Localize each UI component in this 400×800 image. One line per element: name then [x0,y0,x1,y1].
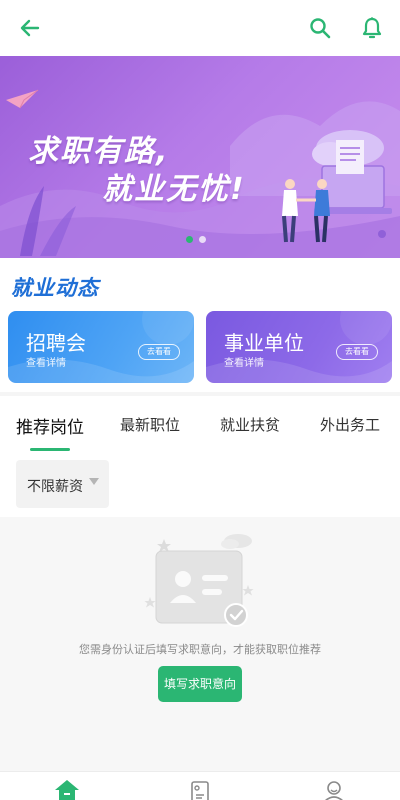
tab-migrant-work[interactable]: 外出务工 [320,414,380,435]
section-title-employment-news: 就业动态 [11,276,99,300]
home-icon [55,780,79,800]
promo-banner[interactable]: 求职有路, 就业无忧! [0,56,400,258]
section-divider [0,392,400,396]
carousel-dot-2[interactable] [199,236,206,243]
job-fair-card[interactable]: 招聘会 查看详情 去看看 [8,311,194,383]
resume-icon [191,781,209,800]
salary-filter-label: 不限薪资 [27,479,83,495]
public-institution-card[interactable]: 事业单位 查看详情 去看看 [206,311,392,383]
bottom-navigation [0,771,400,800]
empty-state-message: 您需身份认证后填写求职意向，才能获取职位推荐 [79,643,321,656]
carousel-indicator[interactable] [186,236,206,243]
active-tab-indicator [30,448,70,451]
job-page: 求职有路, 就业无忧! 就业动态 招聘会 查看详情 去看看 事业单位 查看详情 … [0,0,400,800]
nav-home[interactable] [53,778,81,800]
carousel-dot-1[interactable] [186,236,193,243]
arrow-left-icon [20,19,40,37]
card-subtitle: 查看详情 [224,358,264,369]
card-go-button[interactable]: 去看看 [138,344,180,360]
back-button[interactable] [10,8,50,48]
card-title: 招聘会 [26,331,86,355]
card-title: 事业单位 [224,331,304,355]
tab-recommended[interactable]: 推荐岗位 [16,413,84,438]
id-card-illustration [144,534,254,627]
search-button[interactable] [300,8,340,48]
caret-down-icon [89,478,99,485]
profile-icon [325,781,343,800]
tab-poverty-relief[interactable]: 就业扶贫 [220,414,280,435]
banner-slogan-line2: 就业无忧! [102,172,246,207]
nav-profile[interactable] [320,778,348,800]
notification-button[interactable] [352,8,392,48]
empty-state: 您需身份认证后填写求职意向，才能获取职位推荐 填写求职意向 [0,517,400,771]
card-subtitle: 查看详情 [26,358,66,369]
salary-filter-dropdown[interactable]: 不限薪资 [16,460,109,508]
card-go-button[interactable]: 去看看 [336,344,378,360]
search-icon [310,18,331,39]
job-tabs: 推荐岗位 最新职位 就业扶贫 外出务工 [0,404,400,451]
top-bar [0,0,400,56]
nav-resume[interactable] [186,778,214,800]
bell-icon [362,17,382,39]
tab-latest[interactable]: 最新职位 [120,414,180,435]
fill-job-intention-button[interactable]: 填写求职意向 [158,666,242,702]
